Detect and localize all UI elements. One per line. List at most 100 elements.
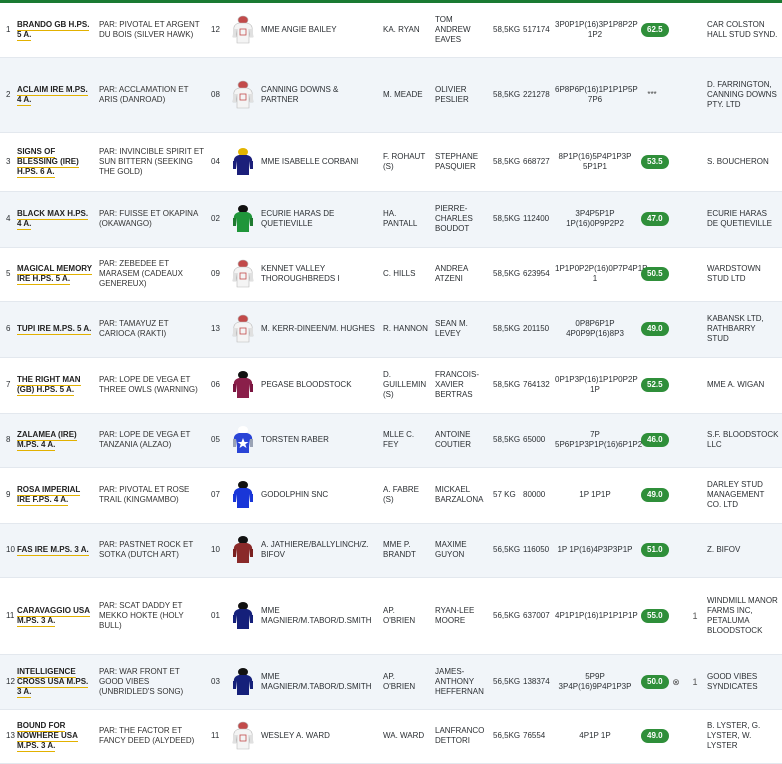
blinkers-icon — [666, 577, 686, 654]
earnings: 76554 — [523, 731, 546, 740]
runner-number: 2 — [6, 89, 11, 99]
pedigree: Par: ZEBEDEE et MARASEM (CADEAUX GENEREU… — [99, 259, 184, 288]
runner-row[interactable]: 1 BRANDO GB H.PS. 5 A. Par: PIVOTAL et ARG… — [0, 3, 782, 57]
jockey-silk-icon — [228, 259, 258, 289]
breeder: DARLEY STUD MANAGEMENT CO. LTD — [707, 480, 765, 509]
silk-cell — [228, 132, 258, 191]
jockey: KA. RYAN — [383, 24, 420, 34]
horse-name-link[interactable]: ROSA IMPERIAL IRE F.PS. 4 A. — [17, 485, 81, 506]
horse-name-link[interactable]: Black Max H.Ps. 4 A. — [17, 209, 89, 230]
owner: PEGASE BLOODSTOCK — [261, 380, 352, 389]
race-history: 4p1p1p(16)1p1p1p1p — [555, 610, 638, 620]
breeder: Z. BIFOV — [707, 545, 741, 554]
horse-name-cell: ZALAMEA (IRE) M.PS. 4 a. — [14, 413, 96, 467]
horse-name-link[interactable]: FAS IRE M.PS. 3 A. — [17, 545, 89, 556]
trainer: LANFRANCO DETTORI — [435, 726, 485, 745]
runner-number: 11 — [6, 610, 15, 620]
runner-row[interactable]: 10 FAS IRE M.PS. 3 A. Par: PASTNET ROCK et… — [0, 523, 782, 577]
race-history: 7p 5p6p1p3p1p(16)6p1p2 — [555, 430, 643, 449]
rating-badge: 49.0 — [641, 488, 669, 502]
blinkers-icon — [666, 247, 686, 301]
blinkers-icon — [666, 523, 686, 577]
extra-indicator — [686, 57, 704, 132]
rating-badge: 55.0 — [641, 608, 669, 623]
horse-name-cell: ROSA IMPERIAL IRE F.PS. 4 A. — [14, 467, 96, 523]
rating-badge: 50.0 — [641, 674, 669, 689]
horse-name-link[interactable]: BOUND FOR NOWHERE USA M.PS. 3 a. — [17, 721, 78, 752]
runner-row[interactable]: 9 ROSA IMPERIAL IRE F.PS. 4 A. Par: PIVOTA… — [0, 467, 782, 523]
jockey: WA. WARD — [383, 731, 425, 740]
draw-number: 01 — [211, 610, 220, 620]
breeder: D. FARRINGTON, CANNING DOWNS PTY. LTD — [707, 79, 777, 109]
pedigree: Par: THE FACTOR et FANCY DEED (ALYDEED) — [99, 726, 195, 745]
horse-name-link[interactable]: INTELLIGENCE CROSS USA M.PS. 3 A. — [17, 666, 89, 698]
race-history: 0p1p3p(16)1p1p0p2p 1p — [555, 375, 638, 394]
weight: 58,5kg — [493, 214, 521, 223]
blinkers-icon — [666, 301, 686, 357]
breeder: MME A. WIGAN — [707, 380, 765, 389]
jockey: HA. PANTALL — [383, 209, 418, 228]
runner-row[interactable]: 8 ZALAMEA (IRE) M.PS. 4 a. Par: LOPE DE VE… — [0, 413, 782, 467]
weight: 58,5kg — [493, 269, 521, 278]
runner-row[interactable]: 5 MAGICAL MEMORY IRE H.PS. 5 A. Par: ZEBED… — [0, 247, 782, 301]
pedigree: Par: INVINCIBLE SPIRIT et SUN BITTERN (S… — [99, 146, 204, 176]
rating-badge: 49.0 — [641, 322, 669, 336]
pedigree: Par: PASTNET ROCK et SOTKA (DUTCH ART) — [99, 540, 194, 559]
silk-cell — [228, 247, 258, 301]
owner: M. KERR-DINEEN/M. HUGHES — [261, 324, 375, 333]
horse-name-link[interactable]: MAGICAL MEMORY IRE H.PS. 5 A. — [17, 264, 93, 285]
runner-row[interactable]: 12 INTELLIGENCE CROSS USA M.PS. 3 A. Par: … — [0, 654, 782, 709]
horse-name-link[interactable]: BRANDO GB H.PS. 5 A. — [17, 19, 90, 41]
rating-badge: 46.0 — [641, 433, 669, 447]
weight: 58,5kg — [493, 435, 521, 444]
silk-cell — [228, 191, 258, 247]
draw-number: 04 — [211, 156, 220, 166]
extra-indicator: 1 — [692, 676, 698, 687]
jockey: A. FABRE (S) — [383, 485, 420, 504]
horse-name-link[interactable]: SIGNS OF BLESSING (IRE) H.PS. 6 A. — [17, 146, 79, 178]
runners-table-body: 1 BRANDO GB H.PS. 5 A. Par: PIVOTAL et ARG… — [0, 3, 782, 763]
rating-badge: 47.0 — [641, 212, 669, 226]
runner-row[interactable]: 2 ACLAIM IRE M.PS. 4 A. Par: ACCLAMATION e… — [0, 57, 782, 132]
breeder: WINDMILL MANOR FARMS INC, PETALUMA BLOOD… — [707, 595, 778, 635]
draw-number: 10 — [211, 545, 220, 554]
runner-number: 9 — [6, 490, 11, 499]
jockey-silk-icon — [228, 314, 258, 344]
jockey-silk-icon — [228, 15, 258, 45]
rating-cell: 55.0 — [638, 577, 669, 654]
earnings: 116050 — [523, 545, 550, 554]
jockey: MLLE C. FEY — [383, 430, 415, 449]
runner-row[interactable]: 3 SIGNS OF BLESSING (IRE) H.PS. 6 A. Par: … — [0, 132, 782, 191]
trainer: JAMES-ANTHONY HEFFERNAN — [435, 666, 484, 696]
weight: 56,5kg — [493, 676, 521, 686]
horse-name-link[interactable]: TUPI IRE M.PS. 5 A. — [17, 324, 92, 335]
silk-cell — [228, 57, 258, 132]
race-history: 1p 1p1p — [579, 490, 611, 499]
horse-name-cell: TUPI IRE M.PS. 5 A. — [14, 301, 96, 357]
runner-number: 10 — [6, 545, 15, 554]
horse-name-cell: BOUND FOR NOWHERE USA M.PS. 3 a. — [14, 709, 96, 763]
trainer: SEAN M. LEVEY — [435, 319, 468, 338]
horse-name-link[interactable]: ZALAMEA (IRE) M.PS. 4 a. — [17, 430, 77, 451]
runner-row[interactable]: 4 Black Max H.Ps. 4 A. Par: FUISSE et OKAP… — [0, 191, 782, 247]
runner-row[interactable]: 11 CARAVAGGIO USA M.PS. 3 A. Par: SCAT DAD… — [0, 577, 782, 654]
horse-name-cell: FAS IRE M.PS. 3 A. — [14, 523, 96, 577]
runner-number: 12 — [6, 676, 15, 686]
extra-indicator — [686, 3, 704, 57]
silk-cell — [228, 709, 258, 763]
horse-name-link[interactable]: THE RIGHT MAN (GB) H.PS. 5 A. — [17, 375, 81, 396]
runner-row[interactable]: 7 THE RIGHT MAN (GB) H.PS. 5 A. Par: LOPE … — [0, 357, 782, 413]
breeder: S. BOUCHERON — [707, 156, 769, 166]
blinkers-icon — [666, 413, 686, 467]
jockey-silk-icon — [228, 601, 258, 631]
runner-row[interactable]: 13 BOUND FOR NOWHERE USA M.PS. 3 a. Par: T… — [0, 709, 782, 763]
race-history: 8p1p(16)5p4p1p3p 5p1p1 — [558, 151, 632, 171]
horse-name-cell: Black Max H.Ps. 4 A. — [14, 191, 96, 247]
owner: WESLEY A. WARD — [261, 731, 330, 740]
rating-cell: 62.5 — [638, 3, 669, 57]
runner-row[interactable]: 6 TUPI IRE M.PS. 5 A. Par: TAMAYUZ et CARI… — [0, 301, 782, 357]
blinkers-icon: ⊗ — [672, 676, 680, 687]
rating-cell: 49.0 — [638, 709, 669, 763]
horse-name-link[interactable]: CARAVAGGIO USA M.PS. 3 A. — [17, 605, 91, 627]
horse-name-link[interactable]: ACLAIM IRE M.PS. 4 A. — [17, 84, 88, 106]
